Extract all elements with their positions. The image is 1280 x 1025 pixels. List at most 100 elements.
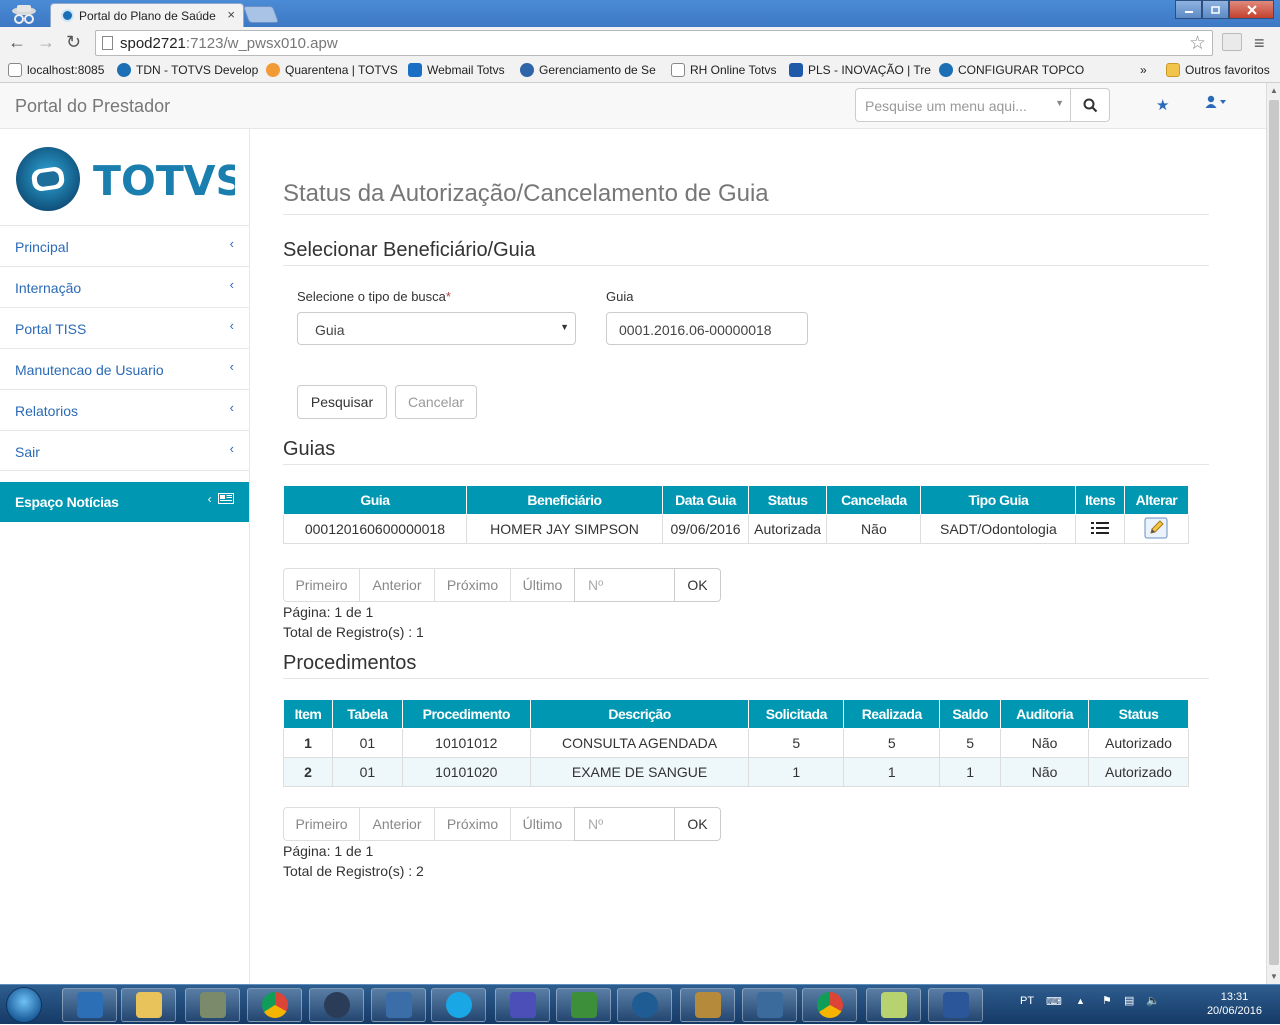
- favorites-star-icon[interactable]: ★: [1156, 96, 1169, 114]
- bookmark-item[interactable]: PLS - INOVAÇÃO | Tre: [789, 63, 931, 77]
- taskbar-app-totvs[interactable]: [309, 988, 364, 1022]
- column-header[interactable]: Status: [747, 485, 828, 515]
- pager-prev-button[interactable]: Anterior: [359, 568, 435, 602]
- volume-icon[interactable]: 🔈: [1146, 994, 1160, 1007]
- back-arrow-icon[interactable]: ←: [8, 32, 26, 53]
- search-type-select[interactable]: Guia ▼: [297, 312, 576, 345]
- other-bookmarks[interactable]: Outros favoritos: [1166, 63, 1270, 77]
- taskbar-app-dev[interactable]: [617, 988, 672, 1022]
- taskbar-app-explorer[interactable]: [121, 988, 176, 1022]
- bookmarks-overflow[interactable]: »: [1140, 63, 1147, 77]
- taskbar-app-sc2[interactable]: [742, 988, 797, 1022]
- column-header[interactable]: Saldo: [939, 699, 1002, 729]
- column-header[interactable]: Itens: [1075, 485, 1125, 515]
- column-header[interactable]: Beneficiário: [465, 485, 664, 515]
- sidebar-item-espaco-noticias[interactable]: Espaço Notícias ‹: [0, 482, 249, 522]
- column-header[interactable]: Descrição: [529, 699, 750, 729]
- system-clock[interactable]: 13:31 20/06/2016: [1207, 990, 1262, 1018]
- bookmark-item[interactable]: TDN - TOTVS Develop: [117, 63, 258, 77]
- column-header[interactable]: Alterar: [1123, 485, 1190, 515]
- taskbar-app-remote[interactable]: [371, 988, 426, 1022]
- pager-last-button[interactable]: Último: [510, 807, 575, 841]
- cancel-button[interactable]: Cancelar: [395, 385, 477, 419]
- new-tab-button[interactable]: [242, 6, 280, 23]
- sidebar-item-principal[interactable]: Principal ‹: [0, 225, 249, 266]
- bookmark-item[interactable]: Webmail Totvs: [408, 63, 505, 77]
- scrollbar-thumb[interactable]: [1269, 100, 1279, 965]
- sidebar-item-sair[interactable]: Sair ‹: [0, 430, 249, 471]
- minimize-button[interactable]: [1175, 0, 1202, 19]
- address-bar[interactable]: spod2721:7123/w_pwsx010.apw ☆: [95, 30, 1213, 56]
- menu-search-button[interactable]: [1070, 88, 1110, 122]
- scroll-down-icon[interactable]: ▼: [1270, 972, 1278, 981]
- search-button[interactable]: Pesquisar: [297, 385, 387, 419]
- bookmark-item[interactable]: CONFIGURAR TOPCO: [939, 63, 1084, 77]
- pager-page-input[interactable]: Nº: [574, 568, 675, 602]
- bookmark-item[interactable]: localhost:8085: [8, 63, 104, 77]
- guia-input[interactable]: 0001.2016.06-00000018: [606, 312, 808, 345]
- bookmark-item[interactable]: Quarentena | TOTVS: [266, 63, 398, 77]
- pager-prev-button[interactable]: Anterior: [359, 807, 435, 841]
- taskbar-app-monitor[interactable]: [185, 988, 240, 1022]
- pager-last-button[interactable]: Último: [510, 568, 575, 602]
- bookmark-item[interactable]: RH Online Totvs: [671, 63, 776, 77]
- tray-expand-icon[interactable]: ▲: [1076, 996, 1085, 1006]
- page-scrollbar[interactable]: ▲ ▼: [1266, 83, 1280, 984]
- navbar-brand[interactable]: Portal do Prestador: [15, 96, 170, 117]
- column-header[interactable]: Realizada: [843, 699, 941, 729]
- extension-icon[interactable]: [1222, 33, 1242, 51]
- language-indicator[interactable]: PT: [1020, 995, 1034, 1007]
- pager-ok-button[interactable]: OK: [674, 807, 721, 841]
- taskbar-app-sc[interactable]: [556, 988, 611, 1022]
- column-header[interactable]: Data Guia: [662, 485, 749, 515]
- pager-first-button[interactable]: Primeiro: [283, 568, 360, 602]
- flag-icon[interactable]: ⚑: [1102, 994, 1112, 1007]
- reload-icon[interactable]: ↻: [66, 32, 81, 53]
- network-status-icon[interactable]: ▤: [1124, 994, 1134, 1007]
- taskbar-app-infinity[interactable]: [495, 988, 550, 1022]
- sidebar-item-internacao[interactable]: Internação ‹: [0, 266, 249, 307]
- column-header[interactable]: Tipo Guia: [920, 485, 1077, 515]
- tab-close-icon[interactable]: ×: [227, 7, 235, 22]
- close-window-button[interactable]: [1229, 0, 1274, 19]
- table-row[interactable]: 000120160600000018 HOMER JAY SIMPSON 09/…: [283, 514, 1190, 544]
- sidebar-item-relatorios[interactable]: Relatorios ‹: [0, 389, 249, 430]
- forward-arrow-icon[interactable]: →: [37, 32, 55, 53]
- list-icon[interactable]: [1091, 521, 1110, 535]
- bookmark-star-icon[interactable]: ☆: [1189, 32, 1206, 55]
- column-header[interactable]: Item: [283, 699, 333, 729]
- column-header[interactable]: Solicitada: [748, 699, 845, 729]
- column-header[interactable]: Guia: [283, 485, 467, 515]
- bookmark-item[interactable]: Gerenciamento de Se: [520, 63, 656, 77]
- menu-search-select[interactable]: Pesquise um menu aqui... ▼: [855, 88, 1071, 122]
- pager-ok-button[interactable]: OK: [674, 568, 721, 602]
- column-header[interactable]: Cancelada: [826, 485, 922, 515]
- pager-page-input[interactable]: Nº: [574, 807, 675, 841]
- browser-menu-icon[interactable]: ≡: [1254, 33, 1265, 54]
- column-header[interactable]: Tabela: [331, 699, 403, 729]
- sidebar-item-portal-tiss[interactable]: Portal TISS ‹: [0, 307, 249, 348]
- taskbar-app-skype[interactable]: [431, 988, 486, 1022]
- taskbar-app-word[interactable]: [928, 988, 983, 1022]
- maximize-button[interactable]: [1202, 0, 1229, 19]
- table-row[interactable]: 2 01 10101020 EXAME DE SANGUE 1 1 1 Não …: [283, 757, 1189, 787]
- column-header[interactable]: Auditoria: [1000, 699, 1090, 729]
- taskbar-app-tools[interactable]: [680, 988, 735, 1022]
- user-menu-button[interactable]: [1205, 95, 1227, 112]
- column-header[interactable]: Status: [1088, 699, 1189, 729]
- taskbar-app-lync[interactable]: [62, 988, 117, 1022]
- sidebar-item-manutencao-usuario[interactable]: Manutencao de Usuario ‹: [0, 348, 249, 389]
- pager-next-button[interactable]: Próximo: [434, 807, 511, 841]
- browser-tab-active[interactable]: Portal do Plano de Saúde ×: [50, 3, 244, 27]
- table-row[interactable]: 1 01 10101012 CONSULTA AGENDADA 5 5 5 Nã…: [283, 728, 1189, 758]
- pager-next-button[interactable]: Próximo: [434, 568, 511, 602]
- taskbar-app-chrome2[interactable]: [802, 988, 857, 1022]
- windows-start-button[interactable]: [6, 987, 42, 1023]
- pager-first-button[interactable]: Primeiro: [283, 807, 360, 841]
- taskbar-app-chrome[interactable]: [247, 988, 302, 1022]
- scroll-up-icon[interactable]: ▲: [1270, 86, 1278, 95]
- taskbar-app-notepad[interactable]: [866, 988, 921, 1022]
- keyboard-icon[interactable]: ⌨: [1046, 995, 1062, 1008]
- column-header[interactable]: Procedimento: [401, 699, 531, 729]
- edit-pencil-icon[interactable]: [1144, 517, 1168, 539]
